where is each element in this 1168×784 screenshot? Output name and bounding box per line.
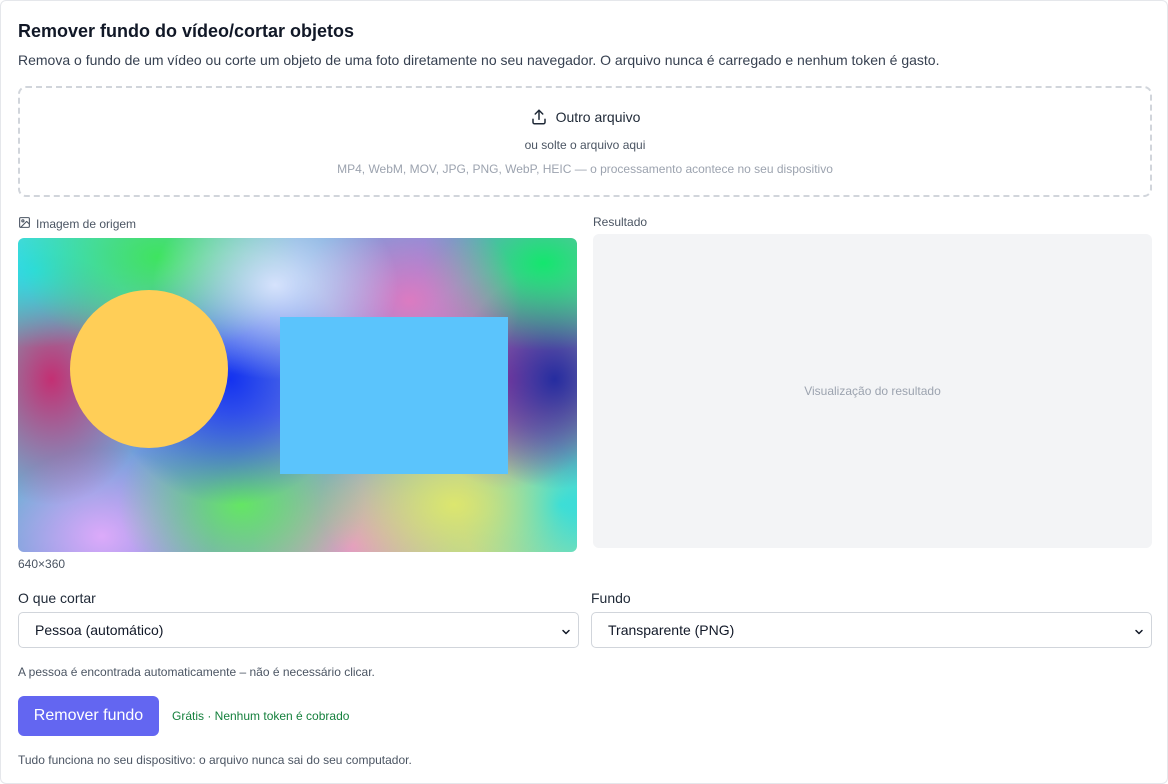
background-label: Fundo [591,590,631,606]
tool-card: Remover fundo do vídeo/cortar objetos Re… [0,0,1168,784]
other-file-label: Outro arquivo [555,109,641,125]
drop-hint: ou solte o arquivo aqui [524,138,646,152]
page-title: Remover fundo do vídeo/cortar objetos [18,21,355,41]
background-select[interactable]: Transparente (PNG) [591,612,1152,648]
result-preview: Visualização do resultado [593,234,1152,548]
cut-target-select[interactable]: Pessoa (automático) [18,612,579,648]
upload-icon [530,108,548,126]
blue-rectangle-object [280,317,508,474]
result-label: Resultado [593,215,648,229]
source-image-label-text: Imagem de origem [36,217,137,231]
chevron-down-icon [1133,625,1145,641]
cut-target-label: O que cortar [18,590,96,606]
supported-formats: MP4, WebM, MOV, JPG, PNG, WebP, HEIC — o… [337,162,833,176]
page-subtitle: Remova o fundo de um vídeo ou corte um o… [18,52,940,68]
other-file-button[interactable]: Outro arquivo [20,108,1150,126]
free-note: Grátis · Nenhum token é cobrado [172,709,350,723]
result-placeholder: Visualização do resultado [804,384,941,398]
file-dropzone[interactable]: Outro arquivo ou solte o arquivo aqui MP… [18,86,1152,197]
source-image-dimensions: 640×360 [18,557,66,571]
source-image-label: Imagem de origem [18,216,136,232]
cut-target-value: Pessoa (automático) [35,622,164,638]
image-icon [18,216,31,232]
remove-background-button[interactable]: Remover fundo [18,696,159,736]
privacy-note: Tudo funciona no seu dispositivo: o arqu… [18,753,412,767]
background-value: Transparente (PNG) [608,622,735,638]
auto-detect-hint: A pessoa é encontrada automaticamente – … [18,665,375,679]
yellow-circle-object [70,290,228,448]
chevron-down-icon [560,625,572,641]
source-image-preview [18,238,577,552]
